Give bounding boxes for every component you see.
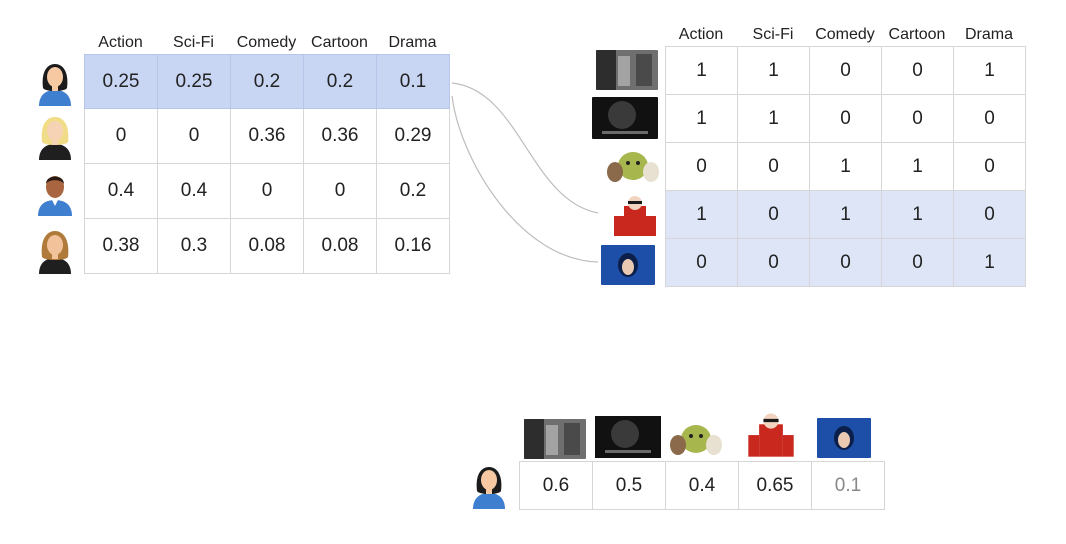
movie-cell: 1 [881, 142, 954, 191]
user-cell: 0.2 [230, 54, 304, 109]
dark-scifi-movie-poster-thumbnail [595, 416, 661, 458]
movie-table-header-cartoon: Cartoon [888, 26, 946, 43]
user-cell: 0 [303, 163, 377, 219]
movie-table-header-scifi: Sci-Fi [752, 26, 794, 43]
movie-cell: 0 [809, 94, 882, 143]
user-row-1: 0.25 0.25 0.2 0.2 0.1 [84, 54, 450, 109]
score-cell: 0.65 [738, 461, 812, 510]
user-cell: 0.36 [303, 108, 377, 164]
dark-scifi-movie-poster-thumbnail [592, 97, 658, 139]
connector-to-movie-5 [451, 95, 599, 263]
movie-cell: 0 [737, 142, 810, 191]
user-cell: 0.3 [157, 218, 231, 274]
score-cell: 0.4 [665, 461, 739, 510]
user-table-header-action: Action [98, 34, 143, 51]
movie-cell: 1 [665, 190, 738, 239]
user-genre-matrix: 0.25 0.25 0.2 0.2 0.1 0 0 0.36 0.36 0.29… [84, 54, 450, 274]
user-movie-score-row: 0.6 0.5 0.4 0.65 0.1 [519, 461, 885, 510]
movie-cell: 0 [665, 142, 738, 191]
score-cell: 0.6 [519, 461, 593, 510]
movie-cell: 0 [881, 94, 954, 143]
animated-ogre-movie-poster-thumbnail [605, 146, 661, 186]
woman-brown-hair-avatar-icon [39, 231, 71, 274]
action-movie-poster-thumbnail [596, 50, 658, 90]
movie-cell: 0 [809, 46, 882, 95]
movie-cell: 1 [953, 238, 1026, 287]
movie-cell: 0 [953, 142, 1026, 191]
movie-cell: 0 [809, 238, 882, 287]
movie-cell: 1 [809, 190, 882, 239]
movie-cell: 1 [737, 94, 810, 143]
user-row-4: 0.38 0.3 0.08 0.08 0.16 [84, 218, 450, 274]
man-avatar-icon [38, 176, 72, 216]
user-table-header-comedy: Comedy [236, 34, 297, 51]
user-cell: 0 [157, 108, 231, 164]
movie-cell: 0 [953, 94, 1026, 143]
movie-row-1: 1 1 0 0 1 [665, 46, 1026, 95]
user-cell: 0.4 [157, 163, 231, 219]
movie-cell: 1 [665, 46, 738, 95]
movie-cell: 0 [665, 238, 738, 287]
user-cell: 0.2 [376, 163, 450, 219]
score-cell: 0.5 [592, 461, 666, 510]
action-movie-poster-thumbnail [524, 419, 586, 459]
woman-dark-hair-avatar-icon [39, 64, 71, 106]
movie-cell: 1 [665, 94, 738, 143]
movie-cell: 1 [737, 46, 810, 95]
user-cell: 0.2 [303, 54, 377, 109]
movie-genre-matrix: 1 1 0 0 1 1 1 0 0 0 0 0 1 1 0 1 0 1 1 0 … [665, 46, 1026, 287]
woman-blonde-avatar-icon [39, 117, 71, 160]
user-cell: 0.1 [376, 54, 450, 109]
drama-movie-poster-thumbnail [601, 245, 655, 285]
user-cell: 0.25 [157, 54, 231, 109]
woman-dark-hair-avatar-icon [473, 467, 505, 509]
user-cell: 0.36 [230, 108, 304, 164]
drama-movie-poster-thumbnail [817, 418, 871, 458]
movie-table-header-drama: Drama [964, 26, 1013, 43]
animated-superhero-movie-poster-thumbnail [610, 194, 660, 236]
movie-row-2: 1 1 0 0 0 [665, 94, 1026, 143]
movie-table-header-comedy: Comedy [815, 26, 875, 43]
movie-row-4: 1 0 1 1 0 [665, 190, 1026, 239]
user-cell: 0.08 [230, 218, 304, 274]
animated-ogre-movie-poster-thumbnail [668, 419, 724, 459]
user-row-3: 0.4 0.4 0 0 0.2 [84, 163, 450, 219]
user-table-header-cartoon: Cartoon [311, 34, 368, 51]
user-cell: 0.29 [376, 108, 450, 164]
score-row: 0.6 0.5 0.4 0.65 0.1 [519, 461, 885, 510]
movie-cell: 1 [881, 190, 954, 239]
user-cell: 0.38 [84, 218, 158, 274]
movie-row-5: 0 0 0 0 1 [665, 238, 1026, 287]
user-cell: 0.25 [84, 54, 158, 109]
movie-cell: 0 [881, 46, 954, 95]
movie-cell: 1 [809, 142, 882, 191]
user-cell: 0 [230, 163, 304, 219]
user-cell: 0.16 [376, 218, 450, 274]
movie-cell: 1 [953, 46, 1026, 95]
connector-to-movie-4 [451, 82, 599, 214]
user-table-header-scifi: Sci-Fi [173, 34, 214, 51]
user-row-2: 0 0 0.36 0.36 0.29 [84, 108, 450, 164]
movie-table-header-action: Action [678, 26, 724, 43]
movie-cell: 0 [737, 190, 810, 239]
movie-cell: 0 [737, 238, 810, 287]
user-cell: 0.4 [84, 163, 158, 219]
user-cell: 0 [84, 108, 158, 164]
user-table-header-drama: Drama [388, 34, 437, 51]
movie-cell: 0 [881, 238, 954, 287]
score-cell: 0.1 [811, 461, 885, 510]
user-cell: 0.08 [303, 218, 377, 274]
movie-row-3: 0 0 1 1 0 [665, 142, 1026, 191]
animated-superhero-movie-poster-thumbnail [744, 411, 798, 457]
movie-cell: 0 [953, 190, 1026, 239]
